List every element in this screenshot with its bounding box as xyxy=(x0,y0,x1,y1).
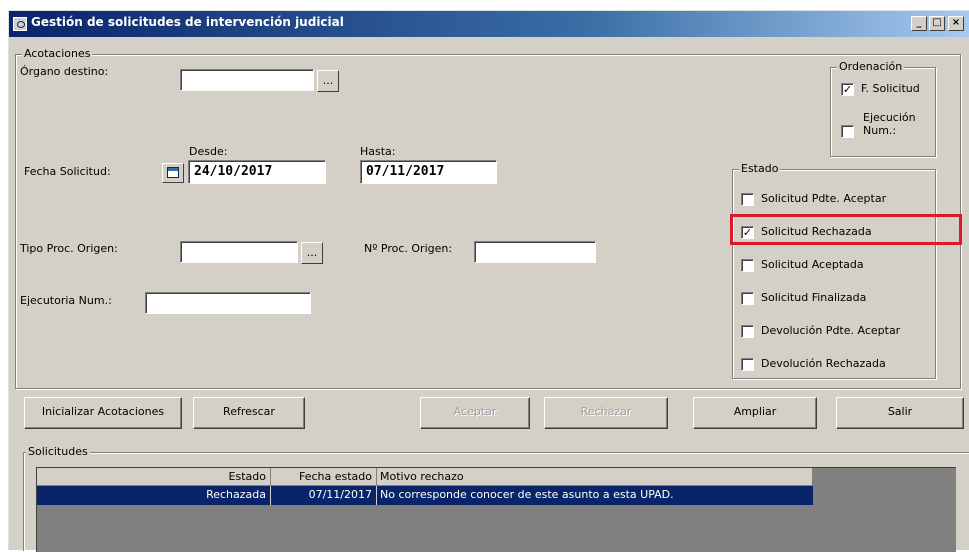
button-label: Salir xyxy=(887,405,913,418)
button-label: Ampliar xyxy=(733,405,777,418)
ejecutoria-num-label: Ejecutoria Num.: xyxy=(20,294,112,307)
hasta-label: Hasta: xyxy=(360,145,396,158)
inicializar-acotaciones-button[interactable]: Inicializar Acotaciones xyxy=(24,397,182,429)
organo-destino-browse-button[interactable]: ... xyxy=(317,70,339,92)
estado-group: Estado Solicitud Pdte. Aceptar ✓ Solicit… xyxy=(732,162,936,379)
checkbox-label: Solicitud Aceptada xyxy=(761,258,864,271)
ampliar-button[interactable]: Ampliar xyxy=(693,397,817,429)
fecha-solicitud-label: Fecha Solicitud: xyxy=(24,165,111,178)
button-label: Inicializar Acotaciones xyxy=(41,405,165,418)
checkbox-label: Devolución Pdte. Aceptar xyxy=(761,324,901,337)
aceptar-button[interactable]: Aceptar xyxy=(420,397,530,429)
checkbox-label: F. Solicitud xyxy=(861,82,920,95)
num-proc-origen-input[interactable] xyxy=(474,241,596,263)
table-row[interactable]: Rechazada 07/11/2017 No corresponde cono… xyxy=(37,486,813,505)
fecha-hasta-input[interactable]: 07/11/2017 xyxy=(360,160,497,184)
checkbox-label: Solicitud Pdte. Aceptar xyxy=(761,192,887,205)
checkbox-box[interactable] xyxy=(741,193,754,206)
button-label: Refrescar xyxy=(223,405,275,418)
cell-estado: Rechazada xyxy=(37,486,271,505)
cell-motivo-rechazo: No corresponde conocer de este asunto a … xyxy=(380,488,674,501)
button-label: Aceptar xyxy=(453,405,497,418)
checkbox-label: Devolución Rechazada xyxy=(761,357,886,370)
checkbox-label: Ejecución Num.: xyxy=(863,111,916,137)
fecha-desde-input[interactable]: 24/10/2017 xyxy=(188,160,326,184)
close-button[interactable]: × xyxy=(948,16,964,31)
tipo-proc-browse-button[interactable]: ... xyxy=(301,242,323,264)
cell-fecha-estado: 07/11/2017 xyxy=(271,486,377,505)
checkbox-label: Solicitud Finalizada xyxy=(761,291,867,304)
tipo-proc-origen-input[interactable] xyxy=(180,241,298,263)
calendar-button[interactable] xyxy=(162,163,184,183)
checkbox-box[interactable]: ✓ xyxy=(841,83,854,96)
solicitudes-legend: Solicitudes xyxy=(26,445,90,458)
ordenacion-legend: Ordenación xyxy=(837,60,905,73)
column-header-estado[interactable]: Estado xyxy=(37,468,271,486)
title-bar: Gestión de solicitudes de intervención j… xyxy=(9,11,969,37)
grid-header: Estado Fecha estado Motivo rechazo xyxy=(37,468,813,486)
checkbox-box[interactable] xyxy=(741,259,754,272)
checkbox-box[interactable] xyxy=(741,358,754,371)
rechazar-button[interactable]: Rechazar xyxy=(544,397,668,429)
estado-legend: Estado xyxy=(739,162,781,175)
minimize-button[interactable]: _ xyxy=(911,16,927,31)
highlight-box xyxy=(730,214,962,245)
solicitudes-grid[interactable]: Estado Fecha estado Motivo rechazo Recha… xyxy=(36,467,956,552)
organo-destino-label: Órgano destino: xyxy=(20,65,109,78)
maximize-button[interactable]: □ xyxy=(929,16,945,31)
ejecutoria-num-input[interactable] xyxy=(145,292,311,314)
calendar-icon xyxy=(167,167,179,178)
app-icon[interactable] xyxy=(13,17,27,31)
salir-button[interactable]: Salir xyxy=(836,397,964,429)
main-window: Gestión de solicitudes de intervención j… xyxy=(8,10,969,552)
button-label: Rechazar xyxy=(580,405,632,418)
acotaciones-legend: Acotaciones xyxy=(22,47,93,60)
checkbox-box[interactable] xyxy=(741,325,754,338)
window-title: Gestión de solicitudes de intervención j… xyxy=(31,15,344,29)
checkbox-box[interactable] xyxy=(741,292,754,305)
organo-destino-input[interactable] xyxy=(180,69,314,91)
column-header-fecha-estado[interactable]: Fecha estado xyxy=(271,468,377,486)
column-header-motivo-rechazo[interactable]: Motivo rechazo xyxy=(377,468,813,486)
num-proc-origen-label: Nº Proc. Origen: xyxy=(364,242,453,255)
refrescar-button[interactable]: Refrescar xyxy=(193,397,305,429)
desde-label: Desde: xyxy=(189,145,228,158)
solicitudes-group: Solicitudes Estado Fecha estado Motivo r… xyxy=(23,445,969,552)
tipo-proc-origen-label: Tipo Proc. Origen: xyxy=(20,242,118,255)
checkbox-box[interactable] xyxy=(841,125,854,138)
ordenacion-group: Ordenación ✓ F. Solicitud Ejecución Num.… xyxy=(830,60,936,157)
